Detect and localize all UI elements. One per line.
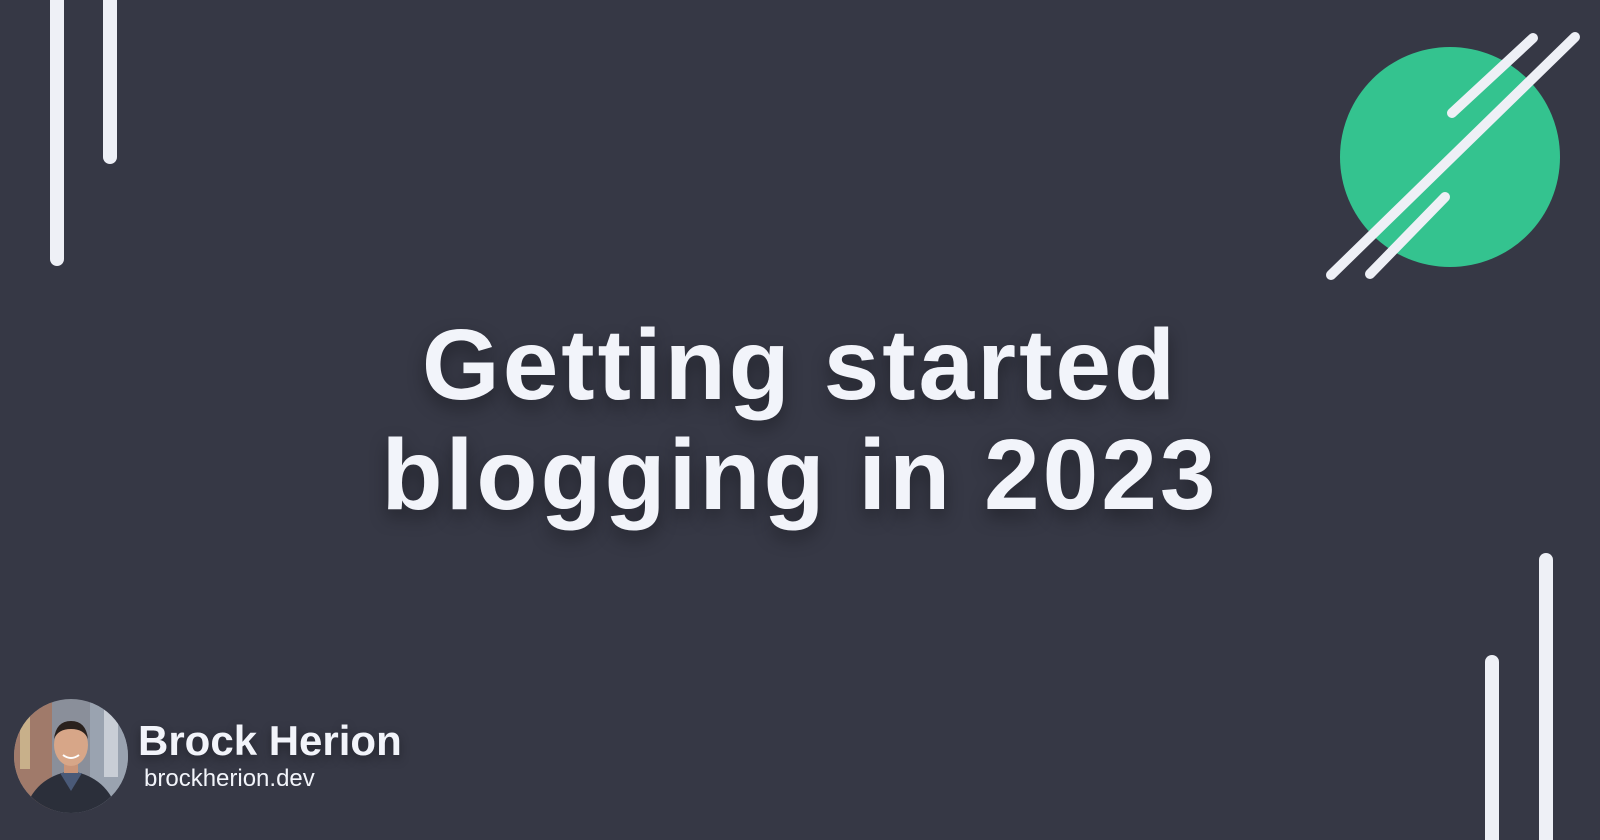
decorative-bar-top-left-short xyxy=(103,0,117,164)
post-title-line-2: blogging in 2023 xyxy=(381,419,1219,531)
decorative-bar-top-left-long xyxy=(50,0,64,266)
author-details: Brock Herion brockherion.dev xyxy=(138,718,402,794)
author-photo-icon xyxy=(14,699,128,813)
author-name: Brock Herion xyxy=(138,717,402,764)
decorative-bar-bottom-right-short xyxy=(1485,655,1499,840)
author-block: Brock Herion brockherion.dev xyxy=(14,698,402,814)
decorative-bar-bottom-right-long xyxy=(1539,553,1553,840)
author-avatar xyxy=(14,699,128,813)
green-circle-slashes-icon xyxy=(1326,32,1580,280)
post-title-line-1: Getting started xyxy=(421,309,1179,421)
author-website: brockherion.dev xyxy=(144,765,315,792)
blog-cover-card: Getting started blogging in 2023 Brock H… xyxy=(0,0,1600,840)
post-title: Getting started blogging in 2023 xyxy=(0,310,1600,530)
